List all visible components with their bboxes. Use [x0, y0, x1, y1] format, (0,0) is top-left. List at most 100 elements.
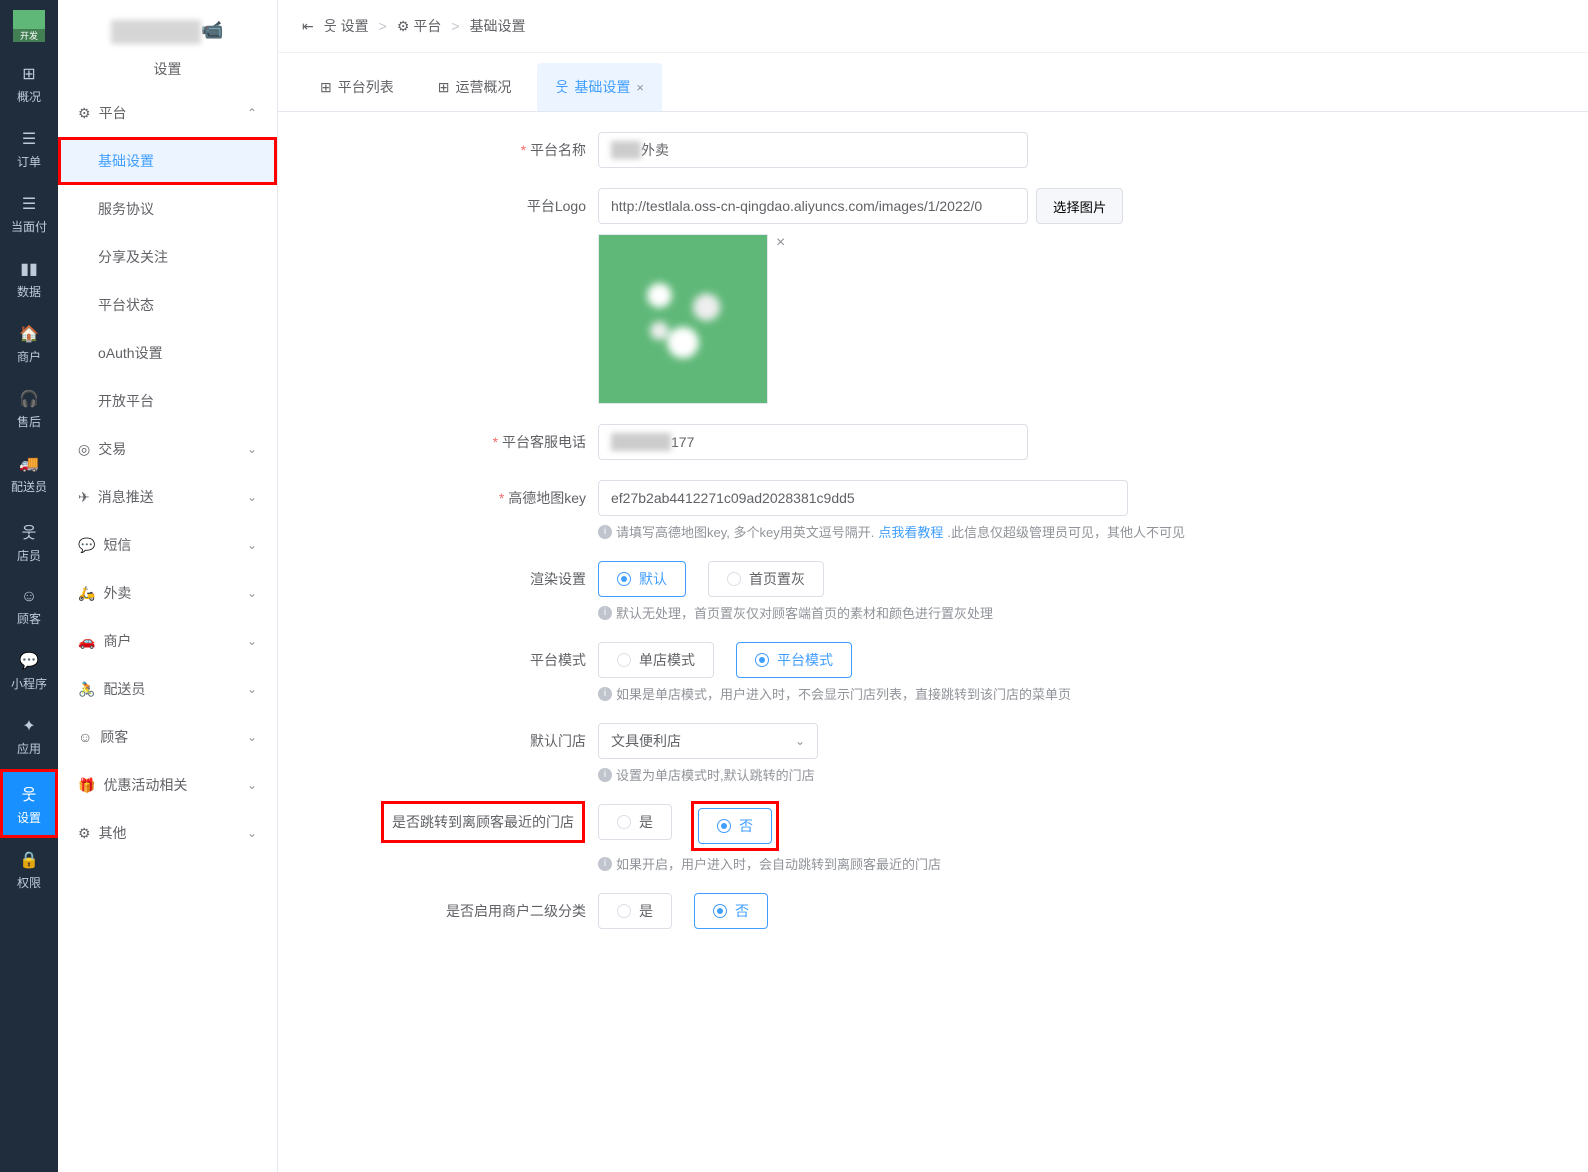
- info-icon: i: [598, 525, 612, 539]
- tab-platform-list[interactable]: ⊞平台列表: [302, 63, 412, 111]
- grid-icon: ⊞: [22, 64, 35, 84]
- label-service-phone: 平台客服电话: [298, 424, 598, 452]
- breadcrumb-settings[interactable]: 웃设置: [324, 16, 369, 36]
- submenu-service-agreement[interactable]: 服务协议: [58, 185, 277, 233]
- radio-mode-platform[interactable]: 平台模式: [736, 642, 852, 678]
- logo-preview-image: [598, 234, 768, 404]
- label-enable-l2-category: 是否启用商户二级分类: [298, 893, 598, 921]
- chevron-down-icon: ⌄: [247, 490, 257, 504]
- chevron-down-icon: ⌄: [247, 826, 257, 840]
- radio-dot-icon: [717, 819, 731, 833]
- bike-icon: 🚴: [78, 681, 95, 698]
- collapse-sidebar-icon[interactable]: ⇤: [302, 18, 314, 35]
- nav-clerk[interactable]: 웃店员: [0, 507, 58, 576]
- menu-courier[interactable]: 🚴配送员⌄: [58, 665, 277, 713]
- nav-merchant[interactable]: 🏠商户: [0, 312, 58, 377]
- nav-permission[interactable]: 🔒权限: [0, 838, 58, 903]
- nav-customer[interactable]: ☺顾客: [0, 576, 58, 639]
- label-platform-logo: 平台Logo: [298, 188, 598, 216]
- nav-settings[interactable]: 웃设置: [0, 769, 58, 838]
- tab-basic-settings[interactable]: 웃基础设置×: [537, 63, 661, 111]
- menu-customer[interactable]: ☺顾客⌄: [58, 713, 277, 761]
- label-platform-name: 平台名称: [298, 132, 598, 160]
- radio-dot-icon: [755, 653, 769, 667]
- content-tabs: ⊞平台列表 ⊞运营概况 웃基础设置×: [278, 63, 1588, 112]
- help-amap-key: i请填写高德地图key, 多个key用英文逗号隔开.点我看教程.此信息仅超级管理…: [598, 522, 1548, 541]
- chevron-down-icon: ⌄: [247, 586, 257, 600]
- main-nav-sidebar: ⊞概况 ☰订单 ☰当面付 ▮▮数据 🏠商户 🎧售后 🚚配送员 웃店员 ☺顾客 💬…: [0, 0, 58, 1172]
- menu-promotion[interactable]: 🎁优惠活动相关⌄: [58, 761, 277, 809]
- radio-render-gray[interactable]: 首页置灰: [708, 561, 824, 597]
- gear-icon: ⚙: [78, 105, 91, 122]
- menu-platform[interactable]: ⚙平台⌃: [58, 89, 277, 137]
- submenu-basic-settings[interactable]: 基础设置: [58, 137, 277, 185]
- truck-icon: 🚚: [19, 454, 39, 474]
- tab-operations[interactable]: ⊞运营概况: [420, 63, 530, 111]
- smile-icon: ☺: [21, 588, 37, 606]
- close-icon[interactable]: ×: [636, 80, 644, 95]
- menu-merchant[interactable]: 🚗商户⌄: [58, 617, 277, 665]
- smile-icon: ☺: [78, 729, 92, 745]
- help-jump-nearest: i如果开启，用户进入时，会自动跳转到离顾客最近的门店: [598, 854, 1548, 873]
- menu-message-push[interactable]: ✈消息推送⌄: [58, 473, 277, 521]
- menu-other[interactable]: ⚙其他⌄: [58, 809, 277, 857]
- nav-facepay[interactable]: ☰当面付: [0, 182, 58, 247]
- button-select-image[interactable]: 选择图片: [1036, 188, 1123, 224]
- input-service-phone[interactable]: 177: [598, 424, 1028, 460]
- grid-icon: ⊞: [438, 79, 450, 96]
- input-platform-logo[interactable]: http://testlala.oss-cn-qingdao.aliyuncs.…: [598, 188, 1028, 224]
- link-amap-tutorial[interactable]: 点我看教程: [878, 522, 943, 541]
- main-content: ⇤ 웃设置 > ⚙平台 > 基础设置 ⊞平台列表 ⊞运营概况 웃基础设置× 平台…: [278, 0, 1588, 1172]
- radio-l2-no[interactable]: 否: [694, 893, 768, 929]
- submenu-oauth[interactable]: oAuth设置: [58, 329, 277, 377]
- nav-apps[interactable]: ✦应用: [0, 704, 58, 769]
- help-default-store: i设置为单店模式时,默认跳转的门店: [598, 765, 1548, 784]
- select-default-store[interactable]: 文具便利店⌄: [598, 723, 818, 759]
- menu-sms[interactable]: 💬短信⌄: [58, 521, 277, 569]
- camera-icon: 📹: [201, 20, 223, 40]
- nav-orders[interactable]: ☰订单: [0, 117, 58, 182]
- label-amap-key: 高德地图key: [298, 480, 598, 508]
- input-platform-name[interactable]: 外卖: [598, 132, 1028, 168]
- label-platform-mode: 平台模式: [298, 642, 598, 670]
- scooter-icon: 🛵: [78, 585, 95, 602]
- breadcrumb-platform[interactable]: ⚙平台: [397, 16, 442, 36]
- submenu-share-follow[interactable]: 分享及关注: [58, 233, 277, 281]
- nav-courier[interactable]: 🚚配送员: [0, 442, 58, 507]
- info-icon: i: [598, 687, 612, 701]
- list-icon: ☰: [22, 194, 36, 214]
- app-logo: [13, 10, 45, 42]
- chevron-up-icon: ⌃: [247, 106, 257, 120]
- headset-icon: 🎧: [19, 389, 39, 409]
- radio-l2-yes[interactable]: 是: [598, 893, 672, 929]
- radio-jump-yes[interactable]: 是: [598, 804, 672, 840]
- radio-mode-single[interactable]: 单店模式: [598, 642, 714, 678]
- menu-takeout[interactable]: 🛵外卖⌄: [58, 569, 277, 617]
- input-amap-key[interactable]: ef27b2ab4412271c09ad2028381c9dd5: [598, 480, 1128, 516]
- radio-jump-no[interactable]: 否: [698, 808, 772, 844]
- radio-render-default[interactable]: 默认: [598, 561, 686, 597]
- nav-overview[interactable]: ⊞概况: [0, 52, 58, 117]
- nav-aftersale[interactable]: 🎧售后: [0, 377, 58, 442]
- sub-sidebar-title: 设置: [58, 59, 277, 79]
- person-gear-icon: 웃: [22, 781, 37, 805]
- submenu-open-platform[interactable]: 开放平台: [58, 377, 277, 425]
- nav-miniapp[interactable]: 💬小程序: [0, 639, 58, 704]
- menu-transaction[interactable]: ◎交易⌄: [58, 425, 277, 473]
- chevron-down-icon: ⌄: [795, 734, 805, 748]
- submenu-platform-status[interactable]: 平台状态: [58, 281, 277, 329]
- info-icon: i: [598, 606, 612, 620]
- breadcrumb: ⇤ 웃设置 > ⚙平台 > 基础设置: [278, 0, 1588, 53]
- nav-data[interactable]: ▮▮数据: [0, 247, 58, 312]
- apps-icon: ✦: [22, 716, 35, 736]
- radio-dot-icon: [617, 815, 631, 829]
- store-icon: 🏠: [19, 324, 39, 344]
- chevron-down-icon: ⌄: [247, 538, 257, 552]
- radio-dot-icon: [617, 653, 631, 667]
- settings-sidebar: 📹 设置 ⚙平台⌃ 基础设置 服务协议 分享及关注 平台状态 oAuth设置 开…: [58, 0, 278, 1172]
- remove-logo-icon[interactable]: ×: [776, 234, 785, 252]
- label-default-store: 默认门店: [298, 723, 598, 751]
- gift-icon: 🎁: [78, 777, 95, 794]
- chevron-down-icon: ⌄: [247, 634, 257, 648]
- send-icon: ✈: [78, 489, 90, 506]
